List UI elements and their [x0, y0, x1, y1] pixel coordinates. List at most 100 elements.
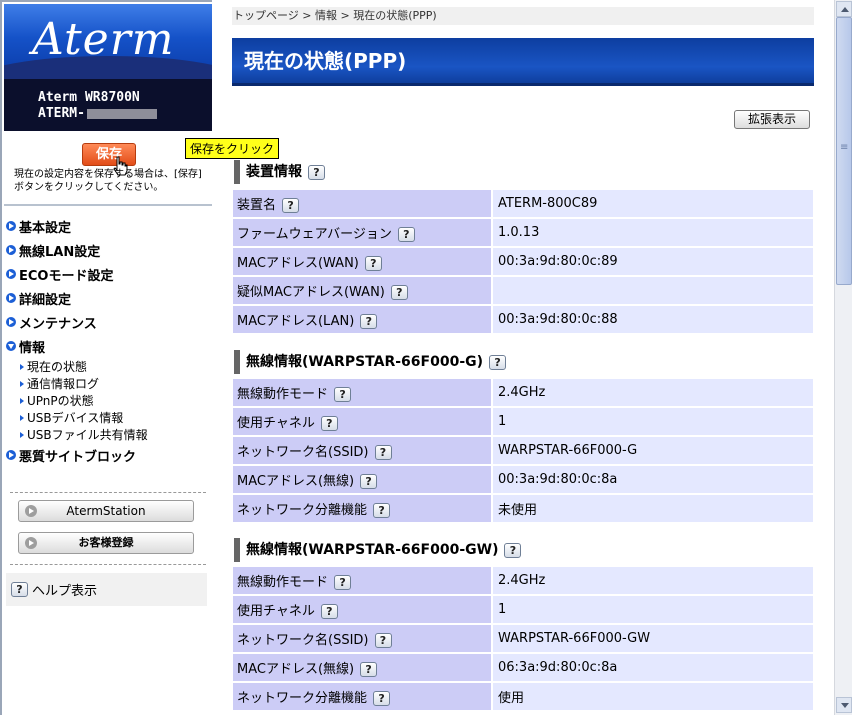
menu-item[interactable]: 無線LAN設定 [6, 238, 212, 262]
row-label: MACアドレス(無線)? [233, 466, 491, 493]
row-value: 未使用 [491, 495, 813, 522]
submenu-item-label: 現在の状態 [27, 360, 88, 374]
divider [10, 564, 206, 565]
help-icon[interactable]: ? [397, 227, 415, 242]
row-value [491, 277, 813, 304]
submenu-item[interactable]: USBファイル共有情報 [20, 426, 212, 443]
help-icon[interactable]: ? [390, 285, 408, 300]
help-icon[interactable]: ? [360, 662, 378, 677]
row-label: 使用チャネル? [233, 408, 491, 435]
row-label: 装置名? [233, 190, 491, 217]
arrow-right-circle-icon [6, 221, 16, 231]
menu-item[interactable]: ECOモード設定 [6, 262, 212, 286]
section-title: 無線情報(WARPSTAR-66F000-GW)? [234, 538, 522, 562]
arrow-right-circle-icon [6, 269, 16, 279]
save-note: 現在の設定内容を保存する場合は、[保存]ボタンをクリックしてください。 [14, 169, 202, 193]
help-icon[interactable]: ? [334, 575, 352, 590]
menu-item[interactable]: 詳細設定 [6, 286, 212, 310]
submenu-item-label: USBファイル共有情報 [27, 428, 148, 442]
help-icon[interactable]: ? [282, 198, 300, 213]
table-row: ネットワーク名(SSID)? WARPSTAR-66F000-GW [233, 625, 813, 652]
device-name: ATERM- [38, 106, 214, 122]
info-table: 無線動作モード? 2.4GHz 使用チャネル? 1 ネットワーク名(SSID)? WARP… [233, 565, 813, 712]
menu-item-label: 無線LAN設定 [19, 244, 101, 260]
breadcrumb: トップページ > 情報 > 現在の状態(PPP) [232, 7, 814, 25]
row-value: 2.4GHz [491, 567, 813, 594]
table-row: ネットワーク名(SSID)? WARPSTAR-66F000-G [233, 437, 813, 464]
save-tooltip: 保存をクリック [185, 138, 280, 159]
table-row: 無線動作モード? 2.4GHz [233, 379, 813, 406]
info-table: 無線動作モード? 2.4GHz 使用チャネル? 1 ネットワーク名(SSID)? WARP… [233, 377, 813, 524]
aterm-logo: Aterm [4, 4, 214, 79]
help-icon[interactable]: ? [374, 633, 392, 648]
scroll-up-icon[interactable] [836, 1, 852, 17]
submenu-item[interactable]: 通信情報ログ [20, 375, 212, 392]
help-icon[interactable]: ? [334, 387, 352, 402]
menu-item[interactable]: 基本設定 [6, 214, 212, 238]
triangle-bullet-icon [20, 431, 24, 438]
row-label: ネットワーク分離機能? [233, 683, 491, 710]
scroll-thumb[interactable] [836, 17, 852, 285]
help-icon[interactable]: ? [364, 256, 382, 271]
row-label: 疑似MACアドレス(WAN)? [233, 277, 491, 304]
arrow-down-circle-icon [6, 341, 16, 351]
expand-view-button[interactable]: 拡張表示 [734, 110, 810, 129]
help-icon[interactable]: ? [373, 503, 391, 518]
submenu-item[interactable]: 現在の状態 [20, 358, 212, 375]
help-display-link[interactable]: ? ヘルプ表示 [6, 573, 207, 606]
help-icon[interactable]: ? [373, 691, 391, 706]
info-table: 装置名? ATERM-800C89 ファームウェアバージョン? 1.0.13 MACアド… [233, 188, 813, 335]
customer-registration-button[interactable]: お客様登録 [18, 532, 194, 554]
table-row: MACアドレス(無線)? 00:3a:9d:80:0c:8a [233, 466, 813, 493]
menu-item-label: 情報 [19, 340, 46, 356]
row-label: MACアドレス(無線)? [233, 654, 491, 681]
row-value: 00:3a:9d:80:0c:8a [491, 466, 813, 493]
submenu-item-label: UPnPの状態 [27, 394, 94, 408]
menu-item[interactable]: 情報 [6, 334, 212, 358]
submenu-item[interactable]: USBデバイス情報 [20, 409, 212, 426]
row-label: MACアドレス(WAN)? [233, 248, 491, 275]
row-label: ファームウェアバージョン? [233, 219, 491, 246]
table-row: MACアドレス(LAN)? 00:3a:9d:80:0c:88 [233, 306, 813, 333]
atermstation-button[interactable]: AtermStation [18, 500, 194, 522]
scroll-down-icon[interactable] [836, 697, 852, 713]
help-icon[interactable]: ? [360, 474, 378, 489]
menu-item[interactable]: 悪質サイトブロック [6, 443, 212, 467]
help-icon[interactable]: ? [489, 354, 507, 370]
row-label: 使用チャネル? [233, 596, 491, 623]
model-info: Aterm WR8700N ATERM- [4, 79, 214, 131]
row-value: 2.4GHz [491, 379, 813, 406]
menu-item-label: メンテナンス [19, 316, 97, 332]
row-value: ATERM-800C89 [491, 190, 813, 217]
submenu-item[interactable]: UPnPの状態 [20, 392, 212, 409]
menu-item[interactable]: メンテナンス [6, 310, 212, 334]
triangle-bullet-icon [20, 397, 24, 404]
row-value: WARPSTAR-66F000-GW [491, 625, 813, 652]
help-icon[interactable]: ? [308, 164, 325, 180]
submenu-item-label: USBデバイス情報 [27, 411, 124, 425]
row-value: 1 [491, 408, 813, 435]
help-icon[interactable]: ? [374, 445, 392, 460]
page-title: 現在の状態(PPP) [232, 38, 814, 86]
triangle-bullet-icon [20, 414, 24, 421]
row-label: 無線動作モード? [233, 379, 491, 406]
arrow-right-circle-icon [6, 293, 16, 303]
help-icon[interactable]: ? [320, 416, 338, 431]
table-row: 使用チャネル? 1 [233, 596, 813, 623]
row-value: 1.0.13 [491, 219, 813, 246]
arrow-right-circle-icon [6, 245, 16, 255]
section-title: 無線情報(WARPSTAR-66F000-G)? [234, 350, 507, 374]
menu-item-label: 悪質サイトブロック [19, 449, 137, 465]
arrow-right-circle-icon [6, 317, 16, 327]
row-value: 00:3a:9d:80:0c:89 [491, 248, 813, 275]
help-icon[interactable]: ? [360, 314, 378, 329]
play-circle-icon [25, 537, 37, 549]
table-row: 使用チャネル? 1 [233, 408, 813, 435]
save-area: 保存 現在の設定内容を保存する場合は、[保存]ボタンをクリックしてください。 [4, 132, 214, 206]
table-row: ネットワーク分離機能? 未使用 [233, 495, 813, 522]
menu-item-label: 詳細設定 [19, 292, 72, 308]
vertical-scrollbar[interactable] [834, 0, 852, 715]
help-icon[interactable]: ? [320, 604, 338, 619]
sidebar: Aterm Aterm WR8700N ATERM- 保存 現在の設定内容を保存… [0, 0, 214, 715]
help-icon[interactable]: ? [504, 542, 522, 558]
